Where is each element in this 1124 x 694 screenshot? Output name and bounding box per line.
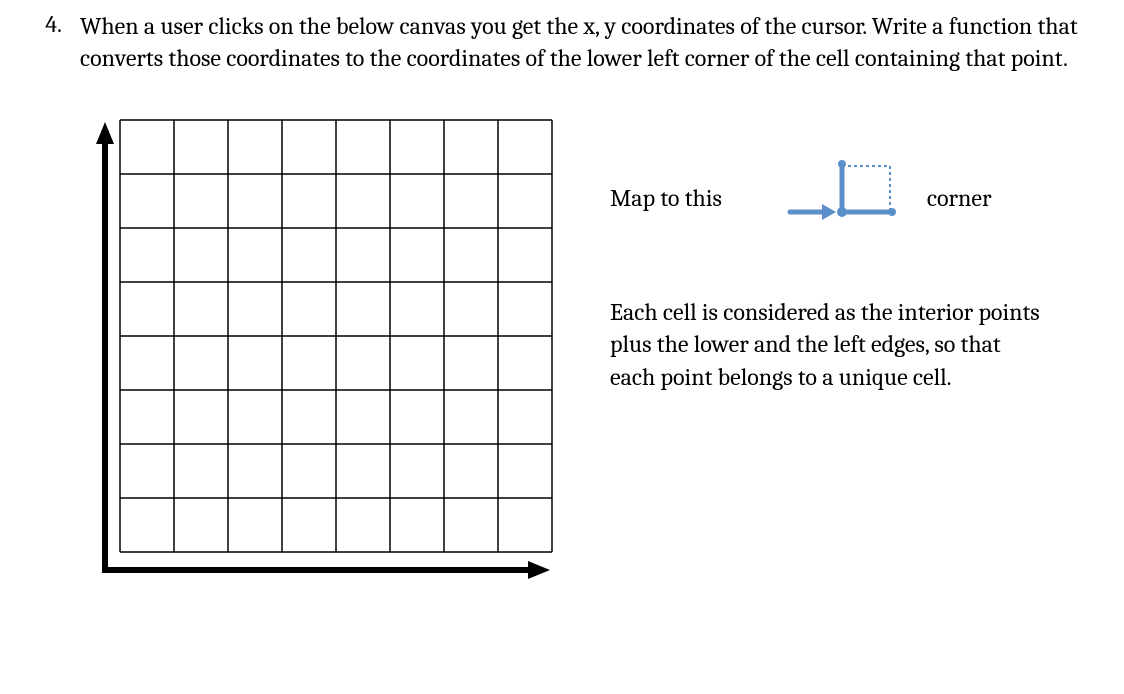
grid-figure <box>80 100 560 590</box>
cell-description: Each cell is considered as the interior … <box>610 296 1050 393</box>
corner-label: corner <box>927 184 992 212</box>
question-number: 4. <box>30 10 80 38</box>
map-label: Map to this <box>610 184 722 212</box>
corner-icon <box>782 160 902 236</box>
map-row: Map to this corner <box>610 160 1050 236</box>
right-content: Map to this corner <box>610 100 1050 393</box>
grid-svg <box>80 100 560 590</box>
content-area: Map to this corner <box>80 100 1094 590</box>
question-block: 4. When a user clicks on the below canva… <box>30 10 1094 75</box>
question-text: When a user clicks on the below canvas y… <box>80 10 1094 75</box>
